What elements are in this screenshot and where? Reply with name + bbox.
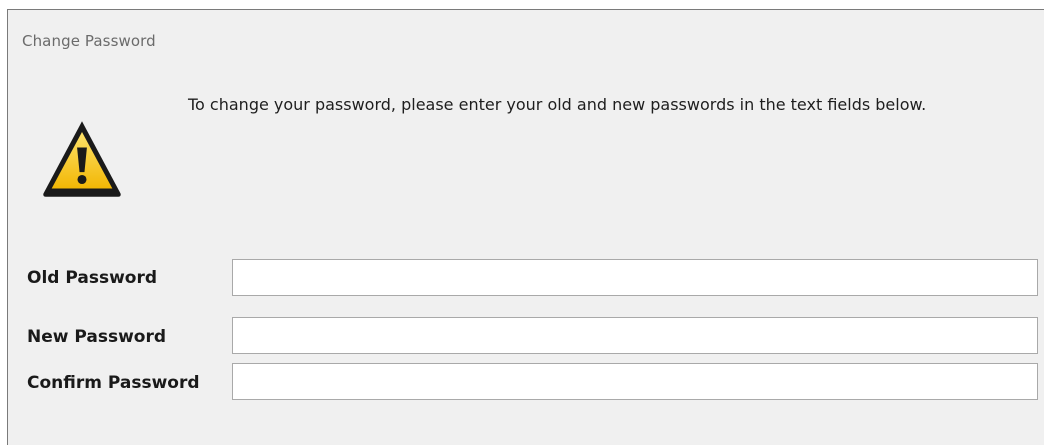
confirm-password-field[interactable] [232, 363, 1038, 400]
dialog-title: Change Password [22, 32, 156, 50]
change-password-dialog: Change Password To change your password,… [7, 9, 1044, 445]
old-password-field[interactable] [232, 259, 1038, 296]
instruction-message: To change your password, please enter yo… [188, 95, 927, 114]
new-password-field[interactable] [232, 317, 1038, 354]
warning-icon [43, 121, 121, 197]
confirm-password-label: Confirm Password [27, 373, 200, 393]
new-password-label: New Password [27, 327, 167, 347]
old-password-label: Old Password [27, 268, 158, 288]
